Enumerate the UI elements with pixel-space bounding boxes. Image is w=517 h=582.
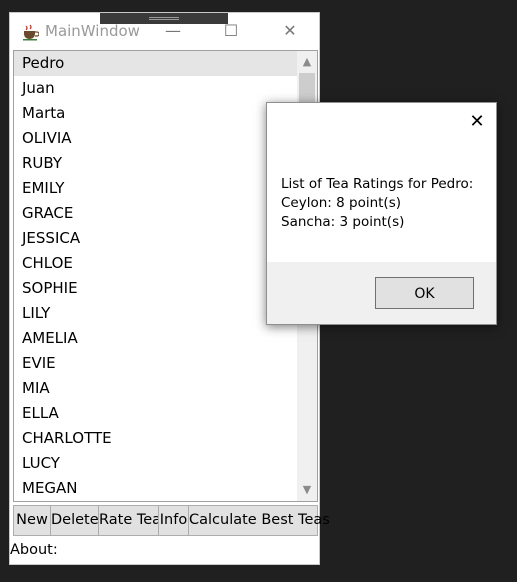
- list-item[interactable]: AMELIA: [14, 326, 317, 351]
- ratings-dialog: ✕ List of Tea Ratings for Pedro: Ceylon:…: [266, 102, 497, 325]
- list-item[interactable]: CHARLOTTE: [14, 426, 317, 451]
- dialog-footer: OK: [267, 262, 496, 324]
- close-icon[interactable]: ✕: [466, 111, 488, 133]
- list-item[interactable]: Juan: [14, 76, 317, 101]
- list-item[interactable]: MIA: [14, 376, 317, 401]
- rate-tea-button[interactable]: Rate Tea: [98, 505, 161, 536]
- info-button[interactable]: Info: [158, 505, 189, 536]
- list-item[interactable]: ELLA: [14, 401, 317, 426]
- about-label: About:: [10, 542, 58, 558]
- list-item[interactable]: Pedro: [14, 51, 317, 76]
- ok-button[interactable]: OK: [375, 277, 474, 309]
- dialog-line: Sancha: 3 point(s): [281, 214, 405, 230]
- list-item[interactable]: LUCY: [14, 451, 317, 476]
- window-title: MainWindow: [45, 22, 140, 40]
- dialog-message: List of Tea Ratings for Pedro: Ceylon: 8…: [281, 175, 473, 232]
- dialog-line: List of Tea Ratings for Pedro:: [281, 176, 474, 192]
- new-button[interactable]: New: [13, 505, 51, 536]
- list-item[interactable]: EVIE: [14, 351, 317, 376]
- calculate-best-teas-button[interactable]: Calculate Best Teas: [188, 505, 330, 536]
- list-item[interactable]: MEGAN: [14, 476, 317, 501]
- close-button[interactable]: ✕: [270, 19, 310, 43]
- grip-icon: [149, 17, 179, 18]
- dialog-line: Ceylon: 8 point(s): [281, 195, 402, 211]
- teacup-icon: [23, 24, 39, 41]
- drag-handle[interactable]: [100, 13, 228, 24]
- delete-button[interactable]: Delete: [50, 505, 99, 536]
- chevron-up-icon[interactable]: ▲: [297, 53, 317, 71]
- chevron-down-icon[interactable]: ▼: [297, 481, 317, 499]
